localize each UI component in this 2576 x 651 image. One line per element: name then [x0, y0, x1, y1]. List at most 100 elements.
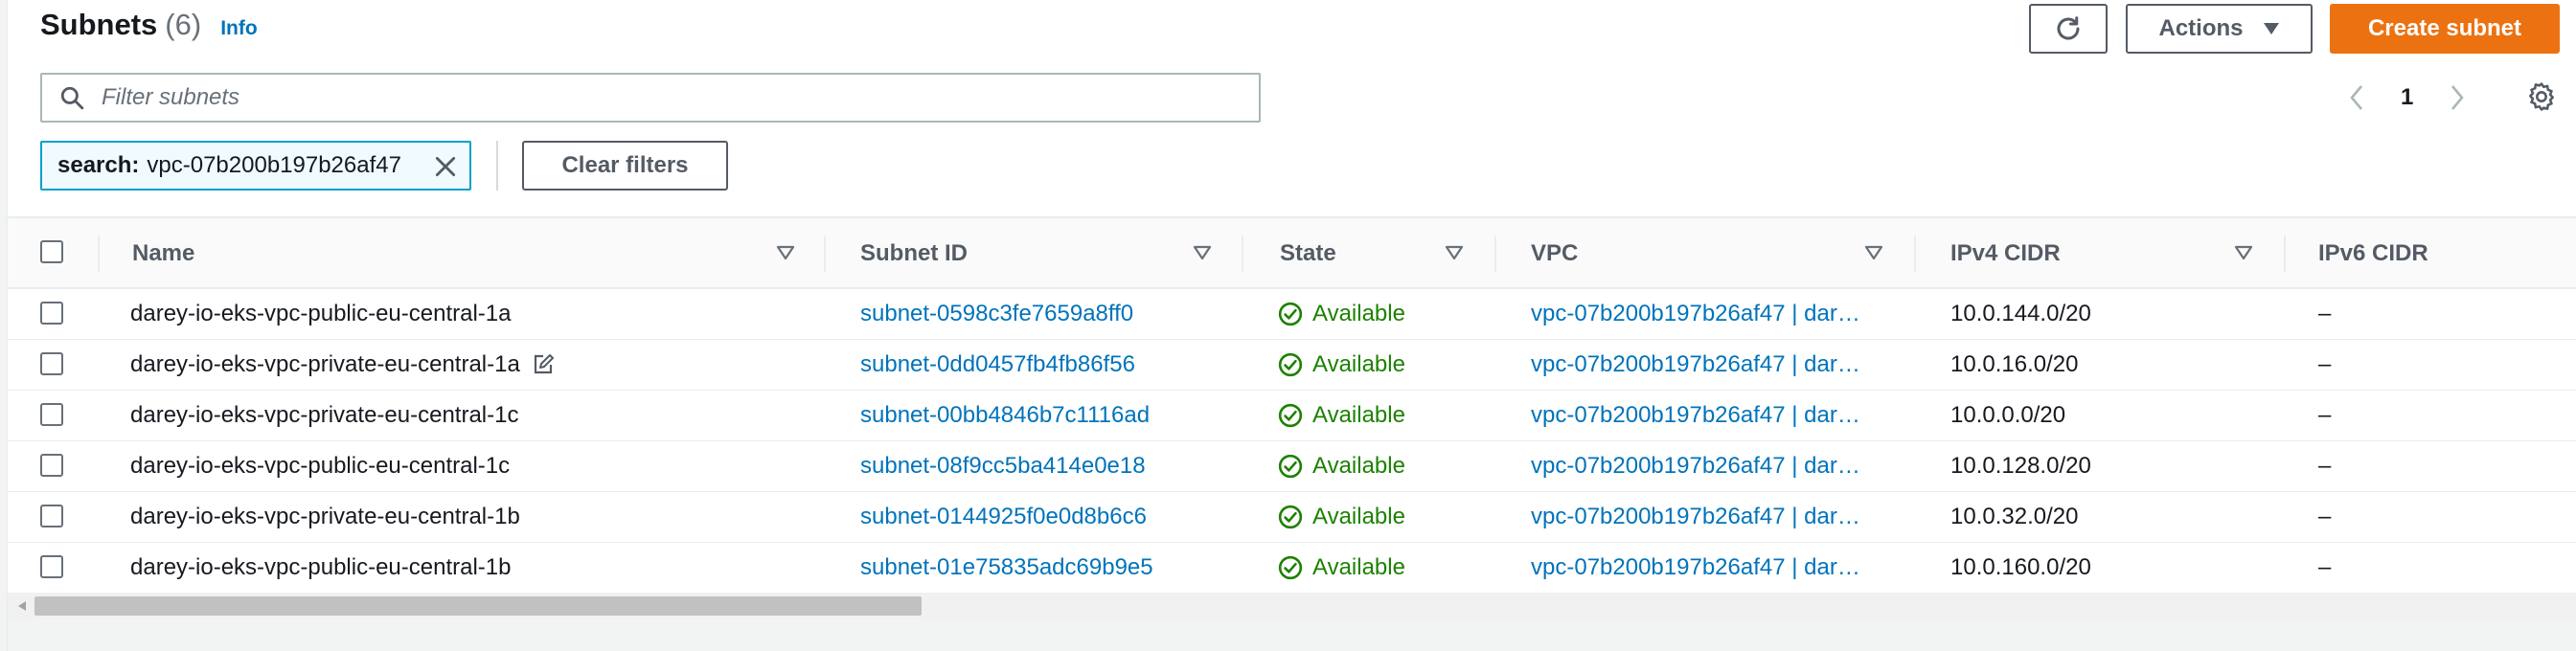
token-value: vpc-07b200b197b26af47: [147, 152, 401, 178]
table-row[interactable]: darey-io-eks-vpc-public-eu-central-1c su…: [8, 441, 2576, 492]
actions-label: Actions: [2158, 15, 2244, 41]
subnet-name: darey-io-eks-vpc-private-eu-central-1a: [130, 340, 555, 390]
check-circle-icon: [1278, 454, 1303, 479]
search-icon: [60, 86, 84, 110]
column-header-vpc[interactable]: VPC: [1531, 218, 1578, 289]
table-header: Name Subnet ID State VPC IPv4 CIDR IPv6 …: [8, 218, 2576, 289]
column-separator: [98, 236, 100, 272]
column-header-subnet-id[interactable]: Subnet ID: [860, 218, 968, 289]
column-separator: [1242, 236, 1243, 272]
vpc-link[interactable]: vpc-07b200b197b26af47 | dar…: [1531, 289, 1885, 339]
sort-icon[interactable]: [1193, 245, 1212, 260]
subnet-id-link[interactable]: subnet-0144925f0e0d8b6c6: [860, 492, 1147, 542]
status-badge: Available: [1278, 543, 1405, 593]
chevron-right-icon[interactable]: [2450, 84, 2465, 111]
footer-area: [8, 619, 2576, 651]
ipv6-cidr: –: [2318, 554, 2332, 580]
state-text: Available: [1312, 301, 1405, 326]
ipv6-cidr: –: [2318, 301, 2332, 326]
row-checkbox[interactable]: [40, 403, 63, 426]
check-circle-icon: [1278, 302, 1303, 326]
state-text: Available: [1312, 402, 1405, 428]
column-header-name[interactable]: Name: [132, 218, 194, 289]
subnet-name: darey-io-eks-vpc-public-eu-central-1c: [130, 453, 511, 479]
filter-token: search: vpc-07b200b197b26af47: [40, 141, 471, 191]
row-checkbox[interactable]: [40, 302, 63, 325]
page-title: Subnets: [40, 8, 158, 41]
ipv4-cidr: 10.0.0.0/20: [1950, 402, 2066, 428]
info-link[interactable]: Info: [220, 17, 257, 40]
filter-bar[interactable]: [40, 73, 1261, 123]
status-badge: Available: [1278, 391, 1405, 440]
status-badge: Available: [1278, 289, 1405, 339]
table-row[interactable]: darey-io-eks-vpc-private-eu-central-1b s…: [8, 492, 2576, 543]
column-separator: [2284, 236, 2286, 272]
gear-icon: [2528, 82, 2555, 111]
vpc-link[interactable]: vpc-07b200b197b26af47 | dar…: [1531, 441, 1885, 491]
row-checkbox[interactable]: [40, 352, 63, 375]
row-checkbox[interactable]: [40, 454, 63, 477]
check-circle-icon: [1278, 403, 1303, 428]
ipv6-cidr: –: [2318, 453, 2332, 479]
scrollbar-thumb[interactable]: [34, 596, 922, 616]
vpc-link[interactable]: vpc-07b200b197b26af47 | dar…: [1531, 391, 1885, 440]
close-icon: [435, 156, 456, 177]
refresh-icon: [2057, 16, 2080, 40]
table-row[interactable]: darey-io-eks-vpc-private-eu-central-1c s…: [8, 391, 2576, 441]
sort-icon[interactable]: [2234, 245, 2253, 260]
sort-icon[interactable]: [1445, 245, 1464, 260]
subnet-id-link[interactable]: subnet-01e75835adc69b9e5: [860, 543, 1153, 593]
check-circle-icon: [1278, 505, 1303, 529]
chevron-left-icon[interactable]: [2349, 84, 2364, 111]
edit-icon[interactable]: [532, 353, 555, 376]
subnets-page: Subnets (6) Info Actions Create subnet 1: [0, 0, 2576, 651]
subnet-count: (6): [165, 8, 202, 41]
page-number[interactable]: 1: [2401, 84, 2413, 111]
subnet-name: darey-io-eks-vpc-public-eu-central-1a: [130, 301, 512, 326]
column-header-state[interactable]: State: [1280, 218, 1336, 289]
check-circle-icon: [1278, 352, 1303, 377]
row-checkbox[interactable]: [40, 505, 63, 528]
status-badge: Available: [1278, 492, 1405, 542]
vpc-link[interactable]: vpc-07b200b197b26af47 | dar…: [1531, 340, 1885, 390]
ipv4-cidr: 10.0.160.0/20: [1950, 554, 2091, 580]
subnet-id-link[interactable]: subnet-0dd0457fb4fb86f56: [860, 340, 1135, 390]
filter-input[interactable]: [100, 83, 1153, 112]
state-text: Available: [1312, 453, 1405, 479]
actions-dropdown[interactable]: Actions: [2126, 4, 2313, 54]
row-checkbox[interactable]: [40, 555, 63, 578]
ipv6-cidr: –: [2318, 402, 2332, 428]
refresh-button[interactable]: [2029, 4, 2108, 54]
status-badge: Available: [1278, 441, 1405, 491]
check-circle-icon: [1278, 555, 1303, 580]
horizontal-scrollbar[interactable]: [8, 593, 2576, 619]
table-row[interactable]: darey-io-eks-vpc-public-eu-central-1b su…: [8, 543, 2576, 594]
vpc-link[interactable]: vpc-07b200b197b26af47 | dar…: [1531, 543, 1885, 593]
subnet-id-link[interactable]: subnet-0598c3fe7659a8ff0: [860, 289, 1133, 339]
state-text: Available: [1312, 554, 1405, 580]
subnet-name-text: darey-io-eks-vpc-private-eu-central-1a: [130, 351, 520, 377]
select-all-checkbox[interactable]: [40, 240, 63, 263]
ipv4-cidr: 10.0.32.0/20: [1950, 504, 2079, 529]
table-row[interactable]: darey-io-eks-vpc-public-eu-central-1a su…: [8, 289, 2576, 340]
preferences-button[interactable]: [2525, 80, 2558, 118]
vpc-link[interactable]: vpc-07b200b197b26af47 | dar…: [1531, 492, 1885, 542]
clear-filters-button[interactable]: Clear filters: [522, 141, 728, 191]
state-text: Available: [1312, 351, 1405, 377]
remove-token-button[interactable]: [433, 154, 458, 186]
scroll-left-arrow-icon[interactable]: [17, 600, 27, 612]
table-row[interactable]: darey-io-eks-vpc-private-eu-central-1a s…: [8, 340, 2576, 391]
column-header-ipv4-cidr[interactable]: IPv4 CIDR: [1950, 218, 2061, 289]
column-header-ipv6-cidr[interactable]: IPv6 CIDR: [2318, 218, 2428, 289]
sort-icon[interactable]: [776, 245, 795, 260]
subnet-id-link[interactable]: subnet-00bb4846b7c1116ad: [860, 391, 1150, 440]
token-divider: [496, 141, 498, 191]
page-header: Subnets (6) Info: [40, 8, 258, 54]
state-text: Available: [1312, 504, 1405, 529]
subnet-id-link[interactable]: subnet-08f9cc5ba414e0e18: [860, 441, 1146, 491]
create-subnet-button[interactable]: Create subnet: [2330, 4, 2560, 54]
column-separator: [824, 236, 826, 272]
sort-icon[interactable]: [1864, 245, 1883, 260]
pagination: 1: [2349, 75, 2465, 121]
ipv4-cidr: 10.0.128.0/20: [1950, 453, 2091, 479]
